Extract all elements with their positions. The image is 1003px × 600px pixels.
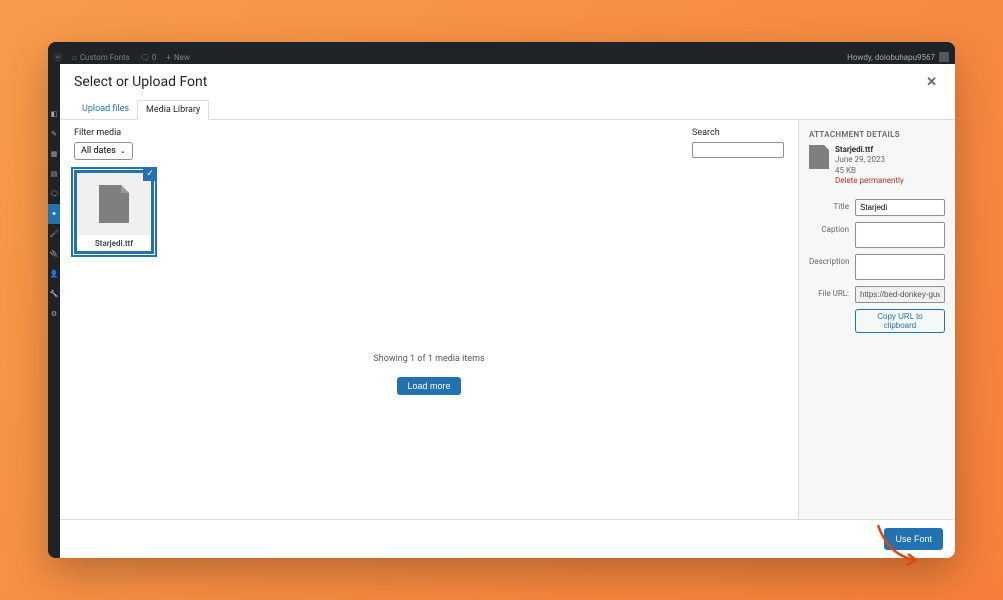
file-icon bbox=[809, 145, 829, 169]
media-modal: Select or Upload Font ✕ Upload files Med… bbox=[60, 64, 955, 558]
sidebar-appearance-icon[interactable]: 🖌 bbox=[48, 224, 60, 244]
search-input[interactable] bbox=[692, 142, 784, 158]
sidebar-media-icon[interactable]: ▦ bbox=[48, 144, 60, 164]
sidebar-pages-icon[interactable]: ▤ bbox=[48, 164, 60, 184]
search-label: Search bbox=[692, 128, 720, 138]
wp-adminbar: ⓦ ⌂ Custom Fonts 🗨 0 + New Howdy, dolobu… bbox=[48, 50, 955, 64]
filter-media-label: Filter media bbox=[74, 128, 133, 138]
browser-chrome bbox=[48, 42, 955, 50]
check-icon: ✓ bbox=[143, 167, 157, 181]
attachment-filename: Starjedi.ttf bbox=[835, 145, 904, 155]
date-filter-select[interactable]: All dates ⌄ bbox=[74, 142, 133, 160]
tab-media-library[interactable]: Media Library bbox=[137, 100, 209, 120]
use-font-button[interactable]: Use Font bbox=[884, 528, 943, 550]
comments-link[interactable]: 🗨 0 bbox=[140, 53, 157, 62]
description-textarea[interactable] bbox=[855, 254, 945, 280]
wp-admin-sidebar: ◧ ✎ ▦ ▤ 🗨 ✦ 🖌 🔌 👤 🔧 ⚙ bbox=[48, 64, 60, 558]
browser-window: ⓦ ⌂ Custom Fonts 🗨 0 + New Howdy, dolobu… bbox=[48, 42, 955, 558]
site-name-text: Custom Fonts bbox=[80, 53, 130, 62]
sidebar-plugins-icon[interactable]: 🔌 bbox=[48, 244, 60, 264]
sidebar-comments-icon[interactable]: 🗨 bbox=[48, 184, 60, 204]
sidebar-posts-icon[interactable]: ✎ bbox=[48, 124, 60, 144]
attachment-details-pane: ATTACHMENT DETAILS Starjedi.ttf June 29,… bbox=[798, 120, 955, 519]
sidebar-users-icon[interactable]: 👤 bbox=[48, 264, 60, 284]
modal-tabs: Upload files Media Library bbox=[60, 100, 955, 120]
close-icon[interactable]: ✕ bbox=[926, 75, 941, 90]
home-icon: ⌂ bbox=[72, 53, 77, 62]
modal-title: Select or Upload Font bbox=[74, 74, 207, 90]
attachment-size: 45 KB bbox=[835, 166, 904, 176]
sidebar-dashboard-icon[interactable]: ◧ bbox=[48, 104, 60, 124]
sidebar-tools-icon[interactable]: 🔧 bbox=[48, 284, 60, 304]
howdy-text[interactable]: Howdy, dolobuhapu9567 bbox=[847, 53, 935, 62]
site-name-link[interactable]: ⌂ Custom Fonts bbox=[72, 53, 130, 62]
attachment-date: June 29, 2023 bbox=[835, 155, 904, 165]
new-label: New bbox=[174, 53, 190, 62]
sidebar-settings-icon[interactable]: ⚙ bbox=[48, 304, 60, 324]
title-input[interactable] bbox=[855, 199, 945, 216]
details-heading: ATTACHMENT DETAILS bbox=[809, 130, 945, 139]
load-more-button[interactable]: Load more bbox=[397, 377, 460, 395]
tab-upload-files[interactable]: Upload files bbox=[74, 100, 137, 119]
title-field-label: Title bbox=[809, 199, 849, 211]
new-content-link[interactable]: + New bbox=[166, 53, 190, 62]
media-item-selected[interactable]: ✓ Starjedi.ttf bbox=[74, 170, 154, 254]
plus-icon: + bbox=[166, 53, 171, 62]
wp-logo-icon[interactable]: ⓦ bbox=[54, 52, 62, 63]
file-url-input[interactable] bbox=[855, 286, 945, 303]
caption-textarea[interactable] bbox=[855, 222, 945, 248]
chevron-down-icon: ⌄ bbox=[120, 147, 126, 155]
caption-field-label: Caption bbox=[809, 222, 849, 234]
description-field-label: Description bbox=[809, 254, 849, 266]
media-count-status: Showing 1 of 1 media items bbox=[74, 354, 784, 364]
file-url-label: File URL: bbox=[809, 286, 849, 298]
avatar-icon[interactable] bbox=[939, 52, 949, 62]
filter-value-text: All dates bbox=[81, 146, 116, 156]
sidebar-fonts-icon[interactable]: ✦ bbox=[48, 204, 60, 224]
copy-url-button[interactable]: Copy URL to clipboard bbox=[855, 309, 945, 333]
delete-permanently-link[interactable]: Delete permanently bbox=[835, 176, 904, 186]
media-item-name: Starjedi.ttf bbox=[77, 235, 151, 252]
file-icon bbox=[99, 185, 129, 223]
